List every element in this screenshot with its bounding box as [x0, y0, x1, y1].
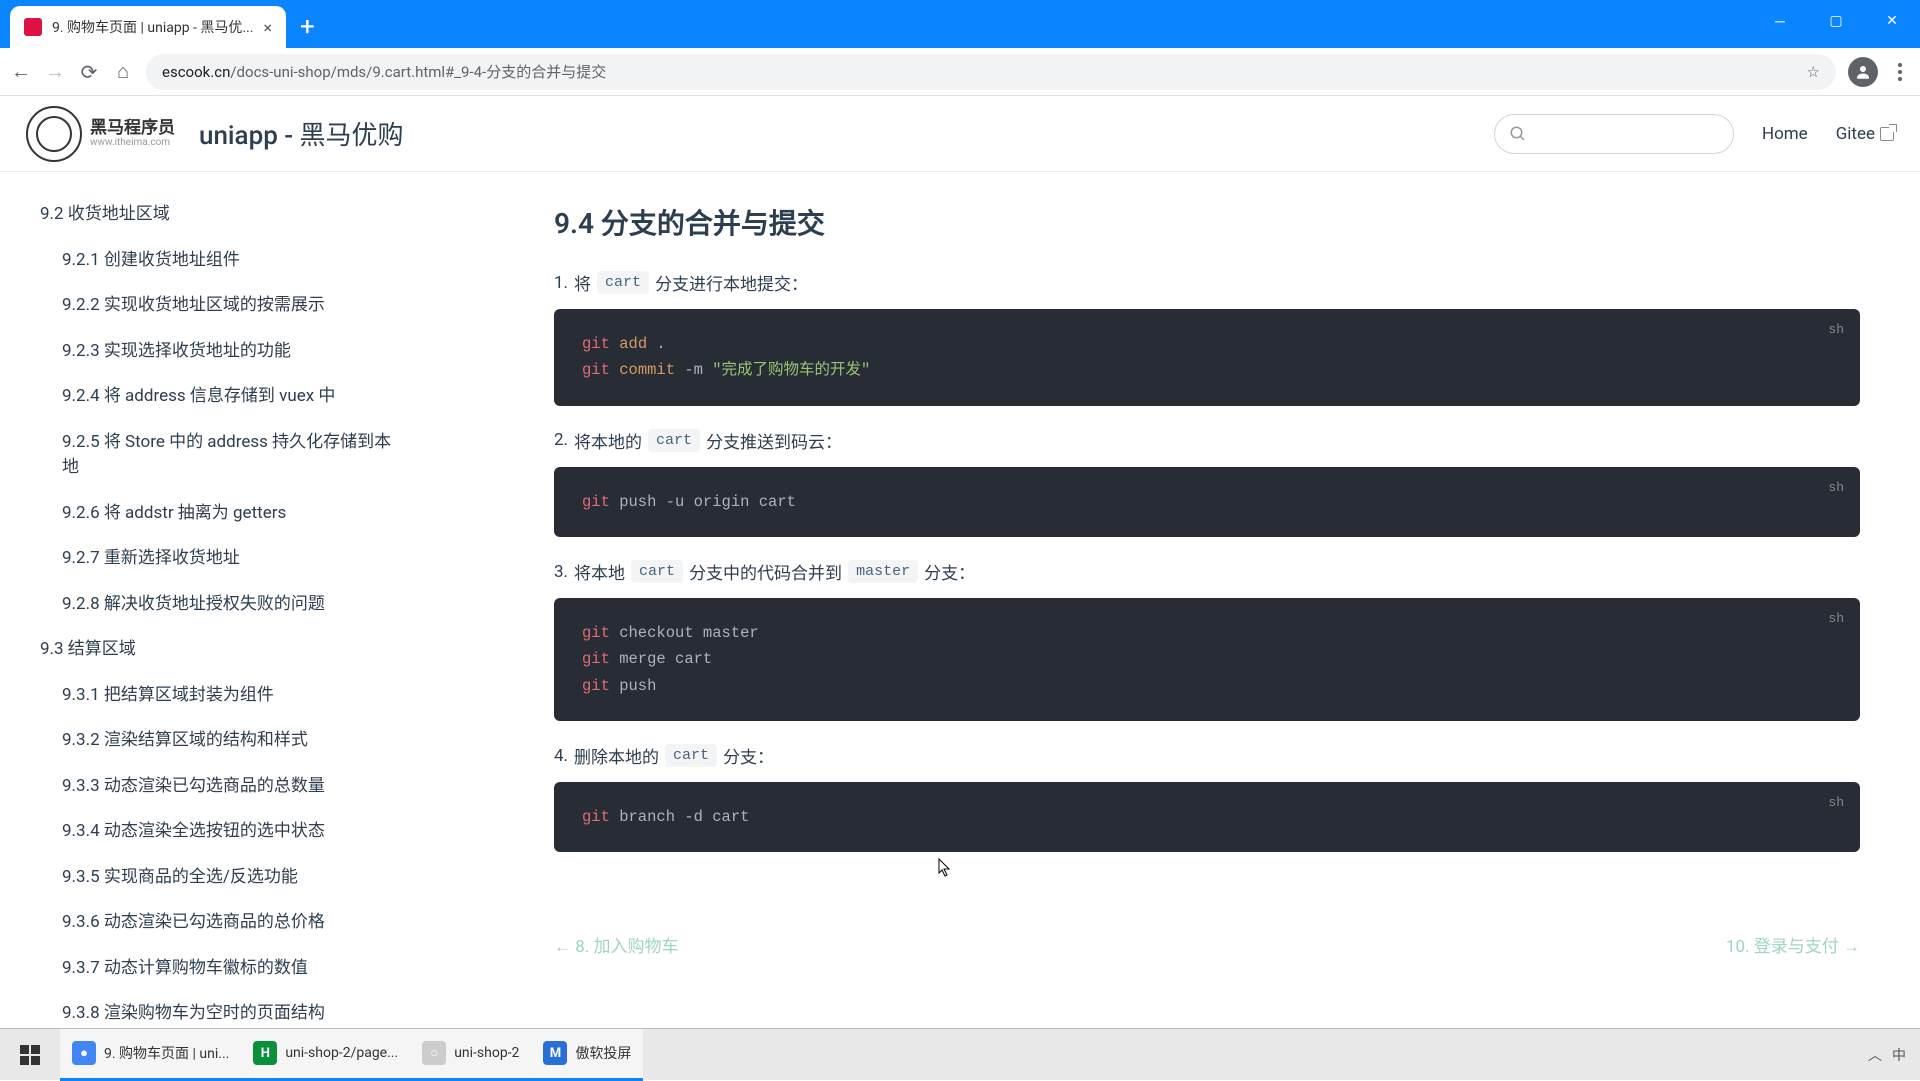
code-block-4[interactable]: sh git branch -d cart — [554, 782, 1860, 852]
bookmark-icon[interactable]: ☆ — [1807, 63, 1820, 81]
page-heading: 9.4 分支的合并与提交 — [554, 202, 1860, 242]
windows-logo-icon — [20, 1045, 40, 1065]
search-icon — [1509, 125, 1527, 143]
browser-menu-button[interactable] — [1890, 63, 1910, 81]
logo-icon — [26, 106, 82, 162]
tab-title: 9. 购物车页面 | uniapp - 黑马优... — [52, 17, 253, 37]
sidebar-item[interactable]: 9.2.3 实现选择收货地址的功能 — [0, 329, 424, 375]
tab-favicon — [24, 18, 42, 36]
maximize-button[interactable]: ▢ — [1808, 0, 1864, 42]
taskbar-item-label: 9. 购物车页面 | uni... — [104, 1043, 229, 1063]
inline-code: cart — [648, 429, 700, 452]
tray-ime-icon[interactable]: 中 — [1892, 1045, 1906, 1065]
inline-code: cart — [631, 560, 683, 583]
url-host: escook.cn — [162, 63, 230, 81]
taskbar-app-icon: ○ — [422, 1041, 446, 1065]
sidebar-item[interactable]: 9.3.6 动态渲染已勾选商品的总价格 — [0, 900, 424, 946]
sidebar-item[interactable]: 9.2.1 创建收货地址组件 — [0, 238, 424, 284]
taskbar-item[interactable]: ● 9. 购物车页面 | uni... — [60, 1029, 241, 1081]
address-bar: ← → ⟳ ⌂ escook.cn/docs-uni-shop/mds/9.ca… — [0, 48, 1920, 96]
taskbar-app-icon: H — [253, 1041, 277, 1065]
code-lang-label: sh — [1828, 319, 1844, 341]
sidebar-item[interactable]: 9.2 收货地址区域 — [0, 192, 424, 238]
nav-home-link[interactable]: Home — [1762, 124, 1808, 144]
mouse-cursor — [938, 858, 952, 878]
browser-tab[interactable]: 9. 购物车页面 | uniapp - 黑马优... × — [10, 6, 286, 48]
nav-gitee-link[interactable]: Gitee — [1836, 124, 1894, 144]
minimize-button[interactable]: ─ — [1752, 0, 1808, 42]
start-button[interactable] — [0, 1045, 60, 1065]
close-button[interactable]: ✕ — [1864, 0, 1920, 42]
sidebar-item[interactable]: 9.2.7 重新选择收货地址 — [0, 536, 424, 582]
sidebar-item[interactable]: 9.3.1 把结算区域封装为组件 — [0, 673, 424, 719]
new-tab-button[interactable]: + — [300, 12, 315, 42]
main-content: 9.4 分支的合并与提交 1. 将 cart 分支进行本地提交： sh git … — [424, 172, 1920, 1028]
url-path: /docs-uni-shop/mds/9.cart.html#_9-4-分支的合… — [230, 61, 606, 82]
inline-code: cart — [665, 744, 717, 767]
sidebar-item[interactable]: 9.3.8 渲染购物车为空时的页面结构 — [0, 991, 424, 1028]
code-block-3[interactable]: sh git checkout master git merge cart gi… — [554, 598, 1860, 721]
logo-text-cn: 黑马程序员 — [90, 119, 175, 138]
search-input[interactable] — [1494, 114, 1734, 154]
taskbar-item[interactable]: M 傲软投屏 — [531, 1029, 643, 1081]
taskbar: ● 9. 购物车页面 | uni... Huni-shop-2/page... ○ un… — [0, 1028, 1920, 1080]
sidebar-item[interactable]: 9.3.3 动态渲染已勾选商品的总数量 — [0, 764, 424, 810]
sidebar-item[interactable]: 9.3 结算区域 — [0, 627, 424, 673]
home-button[interactable]: ⌂ — [112, 61, 134, 83]
logo-text-en: www.itheima.com — [90, 137, 175, 148]
reload-button[interactable]: ⟳ — [78, 61, 100, 83]
tab-close-icon[interactable]: × — [263, 18, 272, 37]
nav-gitee-label: Gitee — [1836, 124, 1875, 144]
sidebar-item[interactable]: 9.3.7 动态计算购物车徽标的数值 — [0, 946, 424, 992]
profile-avatar[interactable] — [1848, 57, 1878, 87]
site-logo[interactable]: 黑马程序员 www.itheima.com — [26, 106, 175, 162]
code-lang-label: sh — [1828, 477, 1844, 499]
sidebar-item[interactable]: 9.2.2 实现收货地址区域的按需展示 — [0, 283, 424, 329]
pager-prev[interactable]: ← 8. 加入购物车 — [554, 932, 678, 957]
step-2-text: 2. 将本地的 cart 分支推送到码云： — [554, 428, 1860, 453]
code-lang-label: sh — [1828, 792, 1844, 814]
taskbar-app-icon: M — [543, 1041, 567, 1065]
external-link-icon — [1880, 127, 1894, 141]
back-button[interactable]: ← — [10, 61, 32, 83]
taskbar-item-label: uni-shop-2 — [454, 1045, 519, 1061]
step-4-text: 4. 删除本地的 cart 分支： — [554, 743, 1860, 768]
site-title: uniapp - 黑马优购 — [199, 115, 404, 152]
code-block-2[interactable]: sh git push -u origin cart — [554, 467, 1860, 537]
code-block-1[interactable]: sh git add . git commit -m "完成了购物车的开发" — [554, 309, 1860, 406]
code-lang-label: sh — [1828, 608, 1844, 630]
taskbar-item-label: 傲软投屏 — [575, 1043, 631, 1063]
url-input[interactable]: escook.cn/docs-uni-shop/mds/9.cart.html#… — [146, 54, 1836, 90]
taskbar-item-label: uni-shop-2/page... — [285, 1045, 398, 1061]
inline-code: cart — [597, 271, 649, 294]
forward-button[interactable]: → — [44, 61, 66, 83]
taskbar-app-icon: ● — [72, 1041, 96, 1065]
sidebar-item[interactable]: 9.3.5 实现商品的全选/反选功能 — [0, 855, 424, 901]
pager-next[interactable]: 10. 登录与支付 → — [1726, 932, 1860, 957]
sidebar[interactable]: 9.2 收货地址区域9.2.1 创建收货地址组件9.2.2 实现收货地址区域的按… — [0, 172, 424, 1028]
step-3-text: 3. 将本地 cart 分支中的代码合并到 master 分支： — [554, 559, 1860, 584]
tray-chevron-icon[interactable]: ︿ — [1868, 1045, 1882, 1065]
sidebar-item[interactable]: 9.2.6 将 addstr 抽离为 getters — [0, 491, 424, 537]
sidebar-item[interactable]: 9.2.4 将 address 信息存储到 vuex 中 — [0, 374, 424, 420]
taskbar-item[interactable]: ○ uni-shop-2 — [410, 1029, 531, 1081]
taskbar-item[interactable]: Huni-shop-2/page... — [241, 1029, 410, 1081]
step-1-text: 1. 将 cart 分支进行本地提交： — [554, 270, 1860, 295]
sidebar-item[interactable]: 9.3.4 动态渲染全选按钮的选中状态 — [0, 809, 424, 855]
titlebar: 9. 购物车页面 | uniapp - 黑马优... × + ─ ▢ ✕ — [0, 0, 1920, 48]
sidebar-item[interactable]: 9.3.2 渲染结算区域的结构和样式 — [0, 718, 424, 764]
site-header: 黑马程序员 www.itheima.com uniapp - 黑马优购 Home… — [0, 96, 1920, 172]
sidebar-item[interactable]: 9.2.5 将 Store 中的 address 持久化存储到本地 — [0, 420, 424, 491]
inline-code: master — [848, 560, 918, 583]
sidebar-item[interactable]: 9.2.8 解决收货地址授权失败的问题 — [0, 582, 424, 628]
